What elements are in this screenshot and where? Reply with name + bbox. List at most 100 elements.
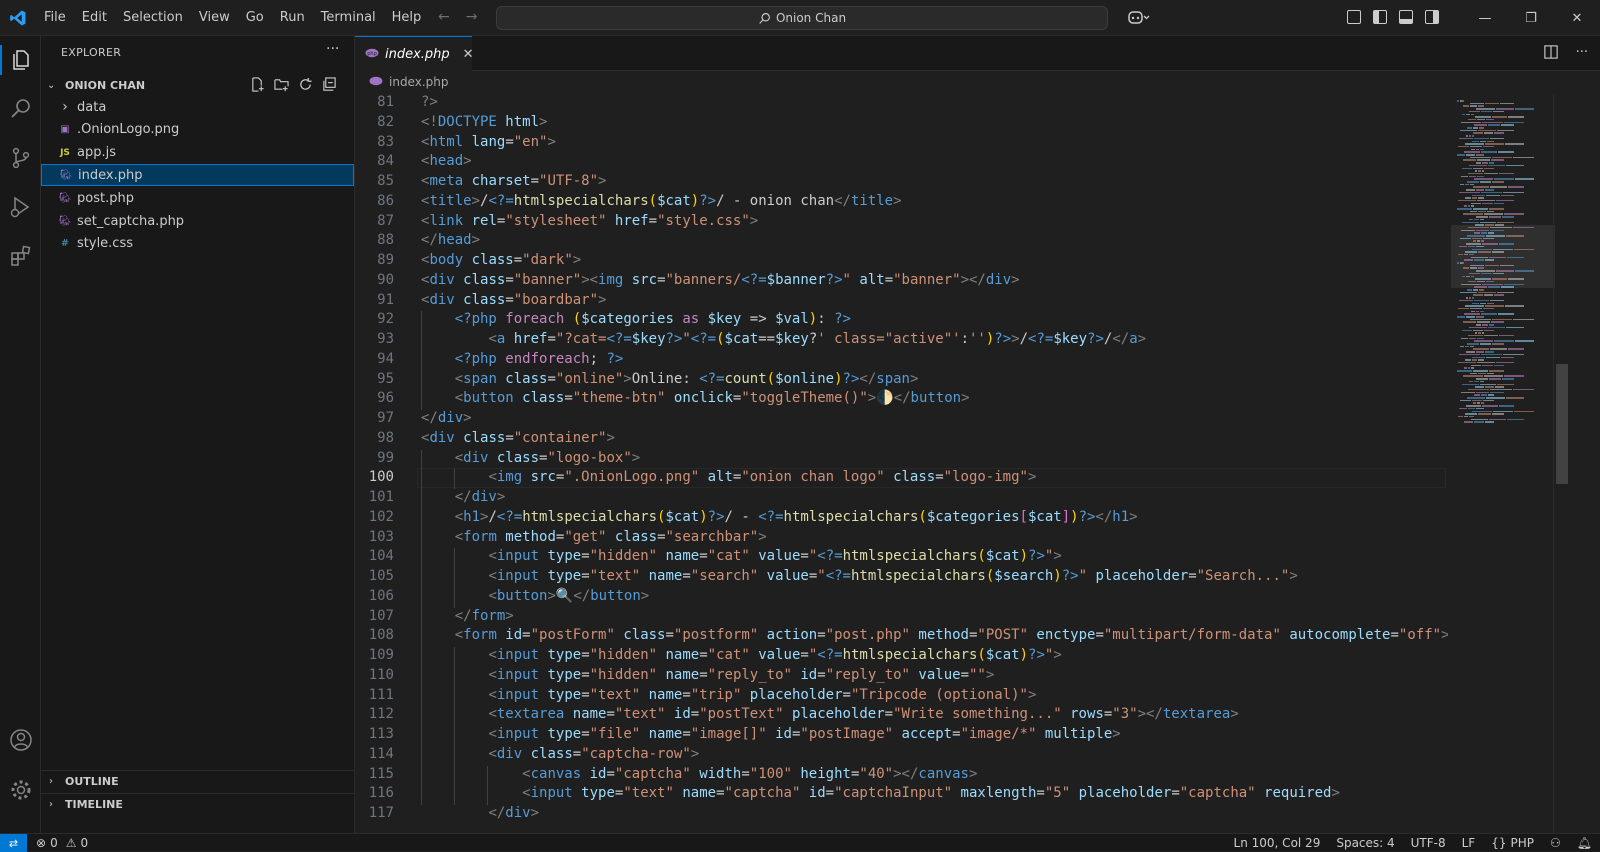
toggle-secondary-sidebar-icon[interactable] [1425,10,1439,24]
copilot-status-icon[interactable]: ⚇ [1550,836,1561,850]
minimap-line [1475,351,1485,353]
minimap-line [1462,113,1466,115]
minimap-line [1466,135,1468,137]
line-number: 100 [368,469,394,486]
menu-item-selection[interactable]: Selection [115,0,191,36]
split-editor-icon[interactable] [1543,45,1558,63]
remote-indicator-icon[interactable]: ⇄ [0,834,27,852]
file-item[interactable]: 🐘︎ post.php [41,187,354,209]
explorer-sidebar: EXPLORER ··· ⌄ ONION CHAN › data ▣ .OnionLo… [41,36,355,833]
project-header[interactable]: ⌄ ONION CHAN [41,74,354,96]
restore-icon[interactable]: ❐ [1508,0,1554,36]
code-line: <meta charset="UTF-8"> [421,173,607,189]
minimap-line [1503,283,1524,286]
close-window-icon[interactable]: ✕ [1554,0,1600,36]
toggle-primary-sidebar-icon[interactable] [1373,10,1387,24]
code-editor[interactable]: 81 ?> 82 <!DOCTYPE html> 83 <html lang="en"> 8… [355,94,1448,833]
timeline-section[interactable]: › TIMELINE [41,793,354,815]
forward-arrow-icon[interactable]: → [466,9,478,25]
folder-item[interactable]: › data [41,96,354,118]
search-icon[interactable] [5,93,37,125]
new-file-icon[interactable] [249,76,265,92]
breadcrumb-file[interactable]: index.php [389,75,448,89]
minimap-line [1472,297,1474,299]
refresh-icon[interactable] [297,76,313,92]
minimap-line [1506,326,1524,329]
extensions-icon[interactable] [5,240,37,272]
file-item[interactable]: ▣ .OnionLogo.png [41,119,354,141]
minimap-line [1464,151,1480,153]
minimap-line [1465,143,1484,145]
scrollbar-thumb[interactable] [1556,364,1568,484]
minimap-line [1471,202,1482,205]
menu-item-view[interactable]: View [191,0,238,36]
menu-item-go[interactable]: Go [238,0,272,36]
minimap-line [1484,329,1494,331]
source-control-icon[interactable] [5,142,37,174]
explorer-title: EXPLORER [61,46,122,59]
command-center-search[interactable]: Onion Chan [496,6,1108,30]
explorer-icon[interactable] [5,44,37,76]
menu-item-edit[interactable]: Edit [74,0,115,36]
menu-item-run[interactable]: Run [272,0,313,36]
command-center-label: Onion Chan [775,11,847,25]
manage-gear-icon[interactable] [5,774,37,806]
minimap-line [1462,100,1465,102]
minimap-line [1490,348,1507,350]
minimap-line [1464,313,1480,315]
minimap-line [1477,321,1490,323]
minimap-line [1466,297,1468,299]
file-item[interactable]: 🐘︎ index.php [41,164,354,187]
language-mode[interactable]: PHP [1511,836,1535,850]
minimap[interactable] [1451,94,1555,833]
collapse-all-icon[interactable] [321,76,337,92]
minimap-line [1487,124,1501,126]
file-item[interactable]: 🐘︎ set_captcha.php [41,210,354,232]
minimap-line [1469,380,1474,383]
code-line: <head> [421,153,472,170]
minimap-line [1469,110,1480,113]
minimap-line [1458,307,1470,310]
line-number: 88 [377,232,394,249]
outline-section[interactable]: › OUTLINE [41,770,354,792]
file-item[interactable]: # style.css [41,233,354,255]
notifications-bell-icon[interactable]: 🔔︎ [1577,836,1592,850]
css-icon: # [60,238,70,250]
braces-icon[interactable]: {} [1491,836,1506,850]
menu-item-help[interactable]: Help [384,0,430,36]
accounts-icon[interactable] [5,724,37,756]
minimize-icon[interactable]: — [1462,0,1508,36]
menu-item-file[interactable]: File [36,0,74,36]
minimap-line [1475,316,1484,318]
vertical-scrollbar[interactable] [1553,94,1568,833]
problems-indicator[interactable]: ⊗ 0 ⚠ 0 [36,834,88,852]
minimap-line [1483,172,1499,175]
new-folder-icon[interactable] [273,76,289,92]
minimap-line [1471,256,1488,259]
more-actions-icon[interactable]: ··· [326,41,339,57]
tab-index-php[interactable]: php index.php ✕ [355,36,474,71]
customize-layout-icon[interactable] [1347,10,1361,24]
back-arrow-icon[interactable]: ← [438,9,450,25]
minimap-line [1474,340,1494,342]
encoding[interactable]: UTF-8 [1411,836,1446,850]
minimap-line [1465,359,1471,361]
toggle-panel-icon[interactable] [1399,10,1413,24]
minimap-line [1463,159,1476,161]
minimap-line [1494,294,1504,296]
cursor-position[interactable]: Ln 100, Col 29 [1234,836,1321,850]
file-item[interactable]: JS app.js [41,142,354,164]
line-ending[interactable]: LF [1462,836,1476,850]
indentation[interactable]: Spaces: 4 [1336,836,1394,850]
run-debug-icon[interactable] [5,191,37,223]
line-number: 114 [368,745,394,762]
minimap-line [1495,108,1515,110]
menu-item-terminal[interactable]: Terminal [313,0,384,36]
close-tab-icon[interactable]: ✕ [463,47,474,62]
minimap-line [1463,267,1470,269]
more-actions-icon[interactable]: ··· [1576,45,1588,63]
line-number: 115 [368,765,394,782]
copilot-icon[interactable] [1128,9,1150,29]
minimap-line [1485,224,1494,226]
minimap-line [1475,332,1478,334]
